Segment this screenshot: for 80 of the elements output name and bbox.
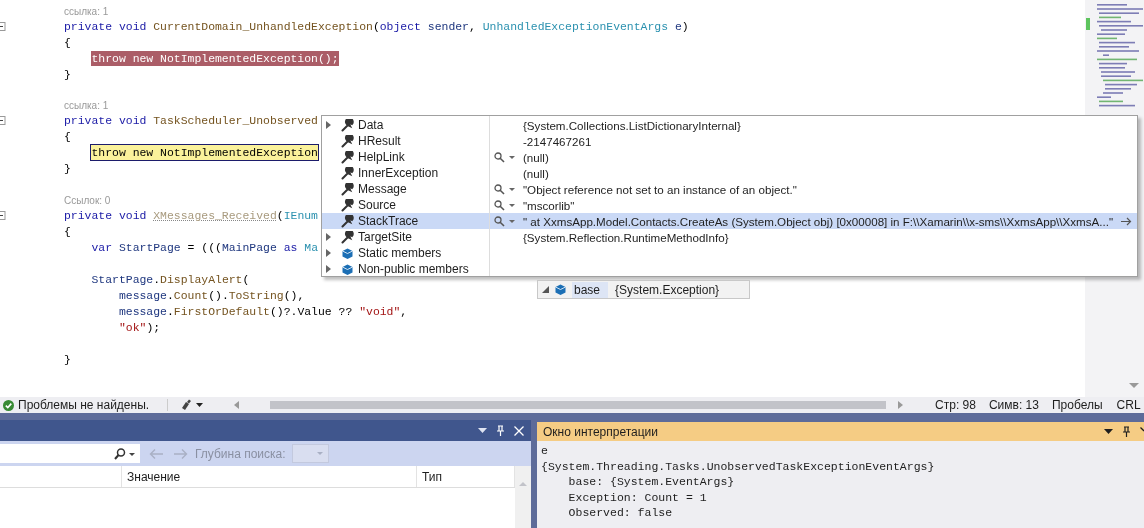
vertical-scrollbar[interactable] bbox=[515, 466, 531, 528]
datatip-row[interactable]: HResult -2147467261 bbox=[322, 133, 1137, 149]
output-line: base: {System.EventArgs} bbox=[567, 475, 736, 490]
collapse-icon[interactable] bbox=[0, 116, 6, 125]
code-line: private void TaskScheduler_Unobserved bbox=[64, 113, 318, 129]
search-icon[interactable] bbox=[114, 447, 136, 460]
property-name: Message bbox=[358, 182, 407, 196]
datatip-row[interactable]: InnerException (null) bbox=[322, 165, 1137, 181]
dropdown-icon[interactable] bbox=[1104, 429, 1113, 434]
property-name: HResult bbox=[358, 134, 401, 148]
code-line: message.FirstOrDefault()?.Value ?? "void", bbox=[117, 303, 408, 320]
expand-arrow-icon[interactable] bbox=[326, 121, 331, 129]
caret-icon bbox=[316, 452, 323, 455]
code-line: { bbox=[64, 223, 71, 240]
collapse-icon[interactable] bbox=[0, 21, 6, 31]
code-line: } bbox=[64, 66, 71, 83]
search-icon[interactable] bbox=[494, 151, 516, 163]
collapse-icon[interactable] bbox=[0, 210, 6, 220]
search-field[interactable] bbox=[0, 444, 140, 463]
search-depth-label: Глубина поиска: bbox=[195, 446, 286, 461]
property-name: base bbox=[572, 281, 609, 298]
datatip-row[interactable]: TargetSite {System.Reflection.RuntimeMethodInfo} bbox=[322, 229, 1137, 245]
datatip-row[interactable]: Source "mscorlib" bbox=[322, 197, 1137, 213]
datatip-row[interactable]: Non-public members bbox=[322, 261, 1137, 277]
code-line: message.Count().ToString(), bbox=[117, 287, 305, 304]
code-line: } bbox=[64, 351, 71, 368]
expand-arrow-icon[interactable] bbox=[326, 233, 331, 241]
property-value: " at XxmsApp.Model.Contacts.CreateAs (System.Object obj) [0x00008] in F:\\Xamarin\\x-sms\\XxmsApp\\XxmsA..." bbox=[523, 214, 1114, 228]
code-line: { bbox=[64, 34, 71, 51]
code-line: var StartPage = (((MainPage as Ma bbox=[90, 239, 318, 256]
datatip-row[interactable]: Message "Object reference not set to an instance of an object." bbox=[322, 181, 1137, 197]
parent-datatip[interactable]: base {System.Exception} bbox=[537, 280, 750, 299]
line-ending-status[interactable]: CRL bbox=[1116, 398, 1141, 412]
property-name: TargetSite bbox=[358, 230, 413, 244]
datatip-row[interactable]: HelpLink (null) bbox=[322, 149, 1137, 165]
property-name: HelpLink bbox=[358, 150, 405, 164]
datatip-row[interactable]: Static members bbox=[322, 245, 1137, 261]
property-value: (null) bbox=[523, 150, 549, 164]
output-line: Observed: false bbox=[567, 506, 674, 521]
line-number-status[interactable]: Стр: 98 bbox=[935, 398, 976, 412]
code-line: private void CurrentDomain_UnhandledException(object sender, UnhandledExceptionEventArgs e) bbox=[64, 18, 689, 35]
property-value: "mscorlib" bbox=[523, 198, 575, 212]
property-value: (null) bbox=[523, 166, 549, 180]
datatip-row[interactable]: StackTrace " at XxmsApp.Model.Contacts.CreateAs (System.Object obj) [0x00008] in F:\\Xamarin\\x-sms\\XxmsApp\\XxmsA..." bbox=[322, 213, 1137, 229]
property-name: StackTrace bbox=[358, 214, 419, 228]
search-icon[interactable] bbox=[494, 183, 516, 195]
output-line: {System.Threading.Tasks.UnobservedTaskExceptionEventArgs} bbox=[541, 459, 936, 475]
column-number-status[interactable]: Симв: 13 bbox=[988, 398, 1039, 412]
column-header[interactable]: Значение bbox=[122, 466, 417, 487]
property-value: -2147467261 bbox=[523, 134, 592, 148]
code-line: } bbox=[64, 161, 71, 177]
property-name: Static members bbox=[358, 246, 442, 260]
property-value: {System.Collections.ListDictionaryInternal} bbox=[523, 118, 741, 132]
property-name: Source bbox=[358, 198, 397, 212]
indentation-status[interactable]: Пробелы bbox=[1051, 398, 1103, 412]
code-line: StartPage.DisplayAlert( bbox=[90, 271, 250, 288]
issues-status[interactable]: Проблемы не найдены. bbox=[18, 398, 150, 412]
property-name: InnerException bbox=[358, 166, 439, 180]
expand-arrow-icon[interactable] bbox=[326, 265, 331, 273]
output-line: Exception: Count = 1 bbox=[567, 490, 708, 506]
cube-icon bbox=[554, 283, 567, 296]
output-line: e bbox=[541, 444, 549, 459]
expand-arrow-icon[interactable] bbox=[326, 249, 331, 257]
code-line: "ok"); bbox=[117, 319, 161, 336]
property-value: {System.Exception} bbox=[614, 282, 720, 297]
code-line: private void XMessages_Received(IEnum bbox=[64, 207, 318, 224]
property-value: {System.Reflection.RuntimeMethodInfo} bbox=[523, 230, 729, 244]
dropdown-icon[interactable] bbox=[478, 428, 487, 433]
search-icon[interactable] bbox=[494, 199, 516, 211]
brush-dropdown-icon[interactable] bbox=[180, 399, 205, 411]
property-name: Data bbox=[358, 118, 384, 132]
breakpoint-highlight: throw new NotImplementedException(); bbox=[91, 50, 339, 66]
property-value: "Object reference not set to an instance of an object." bbox=[523, 182, 797, 196]
current-statement-highlight: throw new NotImplementedException bbox=[91, 145, 318, 160]
code-line: { bbox=[64, 129, 71, 145]
datatip-row[interactable]: Data {System.Collections.ListDictionaryInternal} bbox=[322, 117, 1137, 133]
property-name: Non-public members bbox=[358, 262, 469, 276]
panel-title: Окно интерпретации bbox=[543, 424, 660, 439]
collapse-arrow-icon[interactable] bbox=[542, 286, 549, 293]
check-icon[interactable] bbox=[3, 399, 14, 411]
